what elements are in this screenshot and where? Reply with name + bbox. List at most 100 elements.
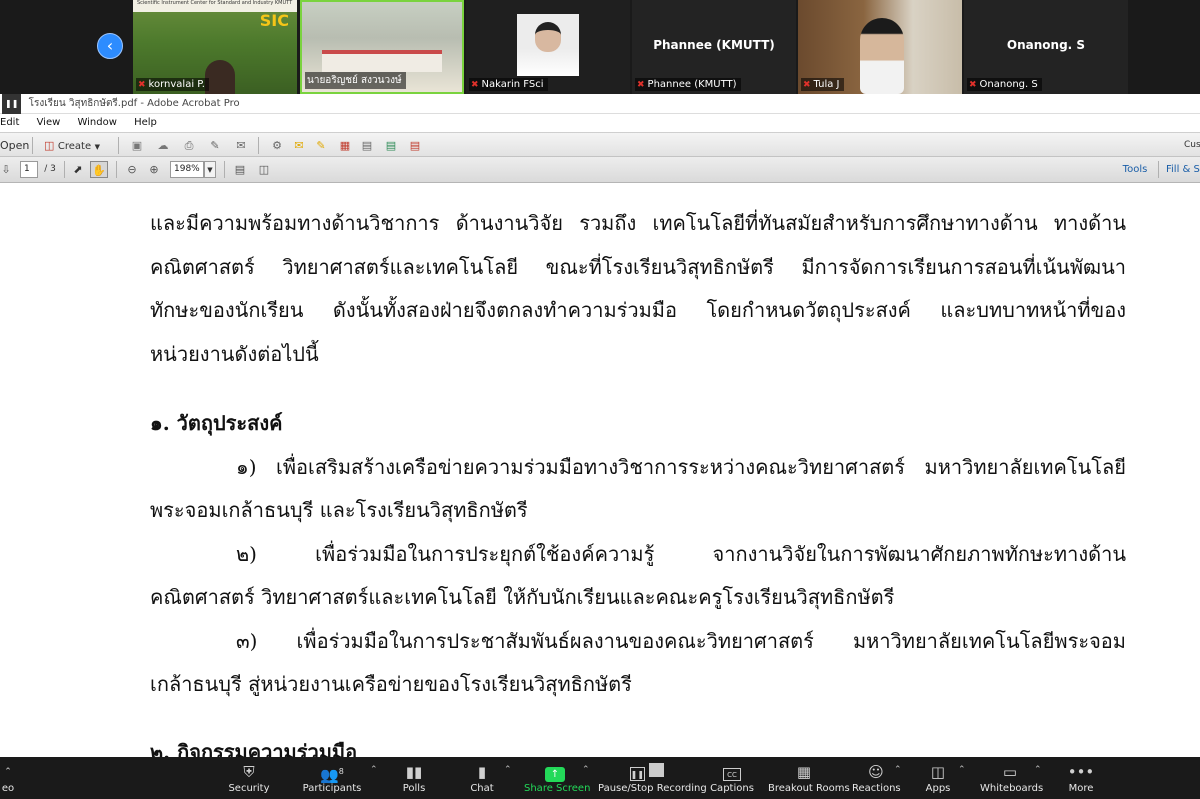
zoom-in-icon[interactable]: ⊕ [146,161,162,178]
highlight-icon[interactable]: ✎ [312,137,330,154]
share-chevron-up-icon[interactable]: ⌃ [582,765,590,775]
screen: ‹ Scientific Instrument Center for Stand… [0,0,1200,799]
breakout-rooms-button[interactable]: ▦ Breakout Rooms [768,761,850,794]
video-tile-onanong[interactable]: Onanong. S ✖ Onanong. S [964,0,1128,94]
share-screen-button[interactable]: ↑ Share Screen [524,761,590,794]
save-icon[interactable]: ▣ [128,137,146,154]
document-icon[interactable]: ▤ [358,137,376,154]
pause-icon[interactable]: ❚❚ [2,94,22,114]
section-heading-activities: ๒. กิจกรรมความร่วมมือ [150,740,358,757]
chat-bubble-icon: ▮ [477,763,487,781]
participants-chevron-up-icon[interactable]: ⌃ [370,765,378,775]
person-silhouette [860,18,904,94]
participants-button[interactable]: 👥8 Participants [300,761,364,794]
avatar-head [535,22,561,52]
video-tile-nakarin[interactable]: ✖ Nakarin FSci [466,0,630,94]
chevron-left-icon: ‹ [106,36,114,55]
participant-name: ✖ Onanong. S [967,78,1042,91]
whiteboard-icon: ▭ [1002,763,1018,781]
toolbar-divider [64,161,65,178]
reactions-button[interactable]: ☺ Reactions [852,761,901,794]
video-control-partial[interactable]: ⌃ eo [0,761,16,794]
video-gallery: ‹ Scientific Instrument Center for Stand… [0,0,1200,94]
comment-icon[interactable]: ✉ [290,137,308,154]
edit-document-icon[interactable]: ✎ [206,137,224,154]
paragraph-line: ทักษะของนักเรียน ดังนั้นทั้งสองฝ่ายจึงตก… [150,298,1126,322]
gallery-prev-button[interactable]: ‹ [97,33,123,59]
shield-icon: ⛨ [243,763,255,781]
toolbar-divider [224,161,225,178]
avatar [517,14,579,76]
paragraph-line: คณิตศาสตร์ วิทยาศาสตร์และเทคโนโลยี ขณะที… [150,255,1126,279]
fill-sign-tab[interactable]: Fill & S [1166,161,1200,178]
fit-width-icon[interactable]: ◫ [256,161,272,178]
person-silhouette [205,60,235,94]
page-down-icon[interactable]: ⇩ [0,161,12,178]
menu-view[interactable]: View [37,114,61,132]
participant-name: ✖ Phannee (KMUTT) [635,78,741,91]
section-heading-objectives: ๑. วัตถุประสงค์ [150,411,283,435]
open-button[interactable]: Open [0,137,29,154]
objective-1-line-1: ๑) เพื่อเสริมสร้างเครือข่ายความร่วมมือทา… [236,455,1126,479]
print-icon[interactable]: ⎙ [180,137,198,154]
document-export-icon[interactable]: ▤ [406,137,424,154]
zoom-out-icon[interactable]: ⊖ [124,161,140,178]
pause-stop-icon: ❚❚ [598,761,696,783]
mic-muted-icon: ✖ [969,80,977,90]
zoom-level-input[interactable]: 198% [170,161,204,178]
toolbar-divider [258,137,259,154]
reactions-chevron-up-icon[interactable]: ⌃ [894,765,902,775]
chevron-up-icon: ⌃ [4,767,12,777]
chat-button[interactable]: ▮ Chat [464,761,500,794]
menu-help[interactable]: Help [134,114,157,132]
mic-muted-icon: ✖ [471,80,479,90]
zoom-dropdown-chevron-icon[interactable]: ▼ [204,161,216,178]
participants-count: 8 [338,767,344,776]
email-icon[interactable]: ✉ [232,137,250,154]
polls-button[interactable]: ▮▮ Polls [396,761,432,794]
apps-chevron-up-icon[interactable]: ⌃ [958,765,966,775]
select-cursor-icon[interactable]: ⬈ [70,161,86,178]
create-button[interactable]: ◫ Create ▼ [44,137,108,154]
hand-tool-icon[interactable]: ✋ [90,161,108,178]
mic-muted-icon: ✖ [138,80,146,90]
objective-3-line-2: เกล้าธนบุรี สู่หน่วยงานเครือข่ายของโรงเร… [150,672,632,696]
stamp-icon[interactable]: ▦ [336,137,354,154]
captions-button[interactable]: CC Captions [710,761,754,794]
objective-2-line-1: ๒) เพื่อร่วมมือในการประยุกต์ใช้องค์ความร… [236,542,1126,566]
upload-cloud-icon[interactable]: ☁ [154,137,172,154]
create-pdf-icon: ◫ [44,139,55,152]
participant-overlay-name: Onanong. S [1006,38,1086,52]
video-tile-phannee[interactable]: Phannee (KMUTT) ✖ Phannee (KMUTT) [632,0,796,94]
participant-overlay-name: Phannee (KMUTT) [653,38,775,52]
tools-tab[interactable]: Tools [1118,161,1152,178]
objective-3-line-1: ๓) เพื่อร่วมมือในการประชาสัมพันธ์ผลงานขอ… [236,629,1126,653]
create-label: Create [57,141,92,152]
fit-page-icon[interactable]: ▤ [232,161,248,178]
bar-chart-icon: ▮▮ [405,763,423,781]
more-button[interactable]: ••• More [1064,761,1098,794]
whiteboards-button[interactable]: ▭ Whiteboards [980,761,1043,794]
customize-label[interactable]: Cus [1184,137,1200,154]
apps-button[interactable]: ◫ Apps [920,761,956,794]
video-tile-kornvalai[interactable]: Scientific Instrument Center for Standar… [133,0,297,94]
toolbar-divider [116,161,117,178]
whiteboards-chevron-up-icon[interactable]: ⌃ [1034,765,1042,775]
meeting-controls: ⌃ eo ⛨ Security 👥8 Participants ⌃ ▮▮ Pol… [0,757,1200,799]
chat-chevron-up-icon[interactable]: ⌃ [504,765,512,775]
document-search-icon[interactable]: ▤ [382,137,400,154]
security-button[interactable]: ⛨ Security [222,761,276,794]
video-tile-arinchay[interactable]: นายอริญชย์ สงวนวงษ์ [300,0,464,94]
recording-button[interactable]: ❚❚ Pause/Stop Recording [598,761,707,794]
menu-window[interactable]: Window [77,114,116,132]
menu-edit[interactable]: Edit [0,114,19,132]
video-tile-tula[interactable]: ✖ Tula J [798,0,962,94]
chevron-down-icon: ▼ [94,143,101,151]
gear-icon[interactable]: ⚙ [268,137,286,154]
participant-name: นายอริญชย์ สงวนวงษ์ [305,72,406,89]
toolbar-divider [118,137,119,154]
participants-icon: 👥8 [320,766,344,784]
participant-name: ✖ Tula J [801,78,844,91]
mic-muted-icon: ✖ [803,80,811,90]
page-number-input[interactable]: 1 [20,161,38,178]
